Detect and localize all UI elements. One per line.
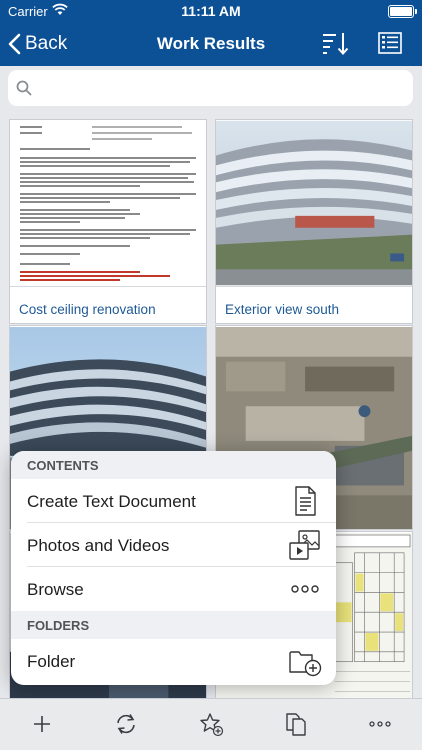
favorite-add-icon [200,713,224,737]
duplicate-icon [286,713,306,736]
folder-label: Folder [27,652,76,671]
photos-and-videos-label: Photos and Videos [27,536,170,555]
tile-caption: Cost ceiling renovation [19,302,156,317]
grid-tile-document[interactable]: Cost ceiling renovation [9,119,207,324]
search-box[interactable] [8,70,413,106]
building-exterior-photo [216,120,412,286]
sort-icon [323,33,349,55]
add-folder-icon [289,651,322,677]
contents-header-label: CONTENTS [27,458,99,473]
folders-header-label: FOLDERS [27,618,90,633]
search-icon [16,80,32,96]
add-favorite-button[interactable] [198,711,224,737]
grid-tile-photo[interactable]: Exterior view south [215,119,413,324]
list-view-button[interactable] [378,31,406,57]
status-time: 11:11 AM [181,3,241,19]
add-content-popup: CONTENTS Create Text Document Photos and… [11,451,336,685]
refresh-button[interactable] [113,711,139,737]
add-icon [34,716,50,732]
add-button[interactable] [29,711,55,737]
folders-section-header: FOLDERS [11,611,336,639]
more-icon [369,721,391,727]
search-input[interactable] [38,77,402,101]
refresh-icon [117,714,135,734]
tile-caption: Exterior view south [225,302,340,317]
create-text-document-item[interactable]: Create Text Document [11,479,336,523]
tile-divider [10,286,206,287]
text-document-icon [295,486,316,516]
sort-button[interactable] [322,31,350,57]
navigation-bar: Back Work Results [0,22,422,66]
browse-item[interactable]: Browse [11,567,336,611]
status-bar: Carrier 11:11 AM [0,0,422,22]
duplicate-button[interactable] [283,711,309,737]
photos-videos-icon [289,530,320,560]
browse-label: Browse [27,580,84,599]
contents-section-header: CONTENTS [11,451,336,479]
document-thumbnail [10,120,206,285]
create-text-document-label: Create Text Document [27,492,196,511]
photos-and-videos-item[interactable]: Photos and Videos [11,523,336,567]
more-icon [291,585,319,593]
tile-divider [216,286,412,287]
page-title: Work Results [156,34,266,53]
folder-item[interactable]: Folder [11,639,336,683]
search-area [0,66,422,112]
battery-icon [388,5,417,18]
more-button[interactable] [367,711,393,737]
bottom-toolbar [0,698,422,750]
list-view-icon [378,32,402,54]
